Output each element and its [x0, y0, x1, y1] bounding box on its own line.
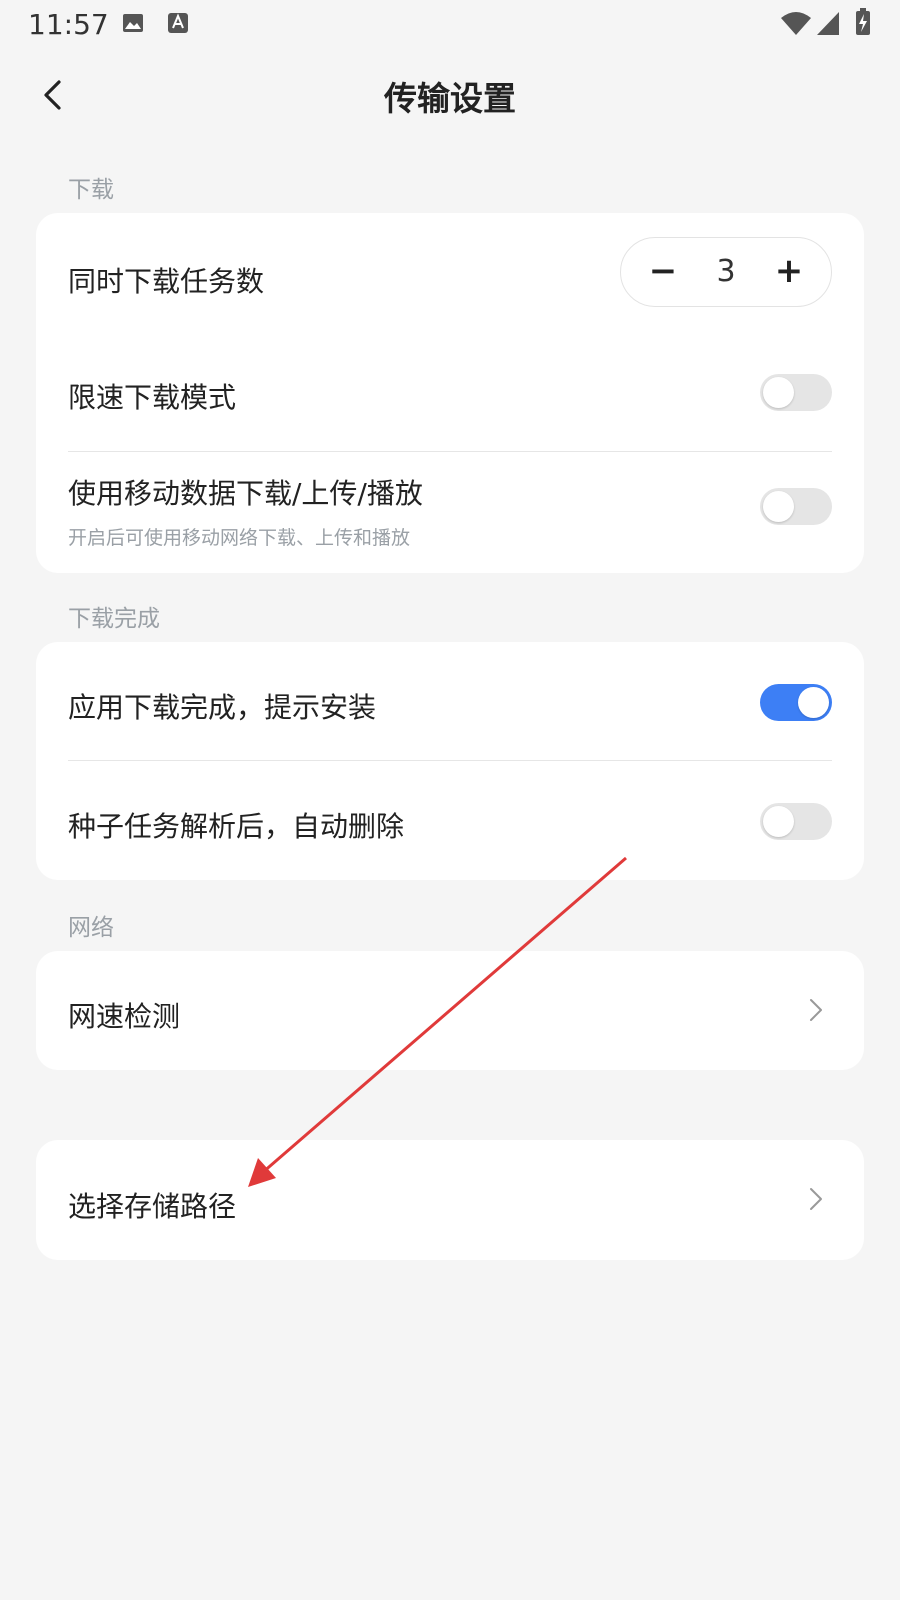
mobile-data-label: 使用移动数据下载/上传/播放 — [68, 477, 423, 510]
speed-test-label: 网速检测 — [68, 1000, 181, 1033]
concurrent-downloads-row: 同时下载任务数 − 3 + — [36, 213, 864, 331]
section-label-download: 下载 — [68, 177, 114, 203]
mobile-data-description: 开启后可使用移动网络下载、上传和播放 — [68, 527, 411, 549]
speed-test-row[interactable]: 网速检测 — [36, 951, 864, 1070]
image-icon — [123, 14, 143, 32]
toggle-knob — [763, 806, 794, 837]
chevron-right-icon — [810, 999, 822, 1021]
concurrent-downloads-value: 3 — [716, 254, 736, 289]
chevron-right-icon — [810, 1188, 822, 1210]
decrease-button[interactable]: − — [633, 238, 693, 306]
page-title: 传输设置 — [384, 79, 516, 118]
storage-path-label: 选择存储路径 — [68, 1190, 237, 1223]
wifi-icon — [781, 12, 811, 35]
download-settings-card: 同时下载任务数 − 3 + 限速下载模式 使用移动数据下载/上传/播放 开启后可… — [36, 213, 864, 573]
section-label-download-complete: 下载完成 — [68, 606, 160, 632]
status-bar: 11:57 — [0, 0, 900, 50]
speed-limit-row[interactable]: 限速下载模式 — [36, 331, 864, 449]
speed-limit-toggle[interactable] — [760, 374, 832, 411]
signal-icon — [817, 12, 839, 35]
install-prompt-row[interactable]: 应用下载完成，提示安装 — [36, 642, 864, 760]
battery-charging-icon — [856, 8, 870, 35]
install-prompt-toggle[interactable] — [760, 684, 832, 721]
speed-limit-label: 限速下载模式 — [68, 381, 237, 414]
install-prompt-label: 应用下载完成，提示安装 — [68, 691, 377, 724]
download-complete-card: 应用下载完成，提示安装 种子任务解析后，自动删除 — [36, 642, 864, 880]
toggle-knob — [763, 491, 794, 522]
torrent-auto-delete-row[interactable]: 种子任务解析后，自动删除 — [36, 761, 864, 880]
storage-path-row[interactable]: 选择存储路径 — [36, 1140, 864, 1260]
concurrent-downloads-stepper: − 3 + — [620, 237, 832, 307]
storage-card: 选择存储路径 — [36, 1140, 864, 1260]
section-label-network: 网络 — [68, 915, 114, 941]
toggle-knob — [798, 687, 829, 718]
torrent-auto-delete-label: 种子任务解析后，自动删除 — [68, 810, 405, 843]
concurrent-downloads-label: 同时下载任务数 — [68, 265, 265, 298]
toggle-knob — [763, 377, 794, 408]
mobile-data-toggle[interactable] — [760, 488, 832, 525]
font-icon — [168, 13, 188, 33]
increase-button[interactable]: + — [759, 238, 819, 306]
mobile-data-row[interactable]: 使用移动数据下载/上传/播放 开启后可使用移动网络下载、上传和播放 — [36, 452, 864, 573]
torrent-auto-delete-toggle[interactable] — [760, 803, 832, 840]
status-time: 11:57 — [28, 8, 109, 41]
network-card: 网速检测 — [36, 951, 864, 1070]
